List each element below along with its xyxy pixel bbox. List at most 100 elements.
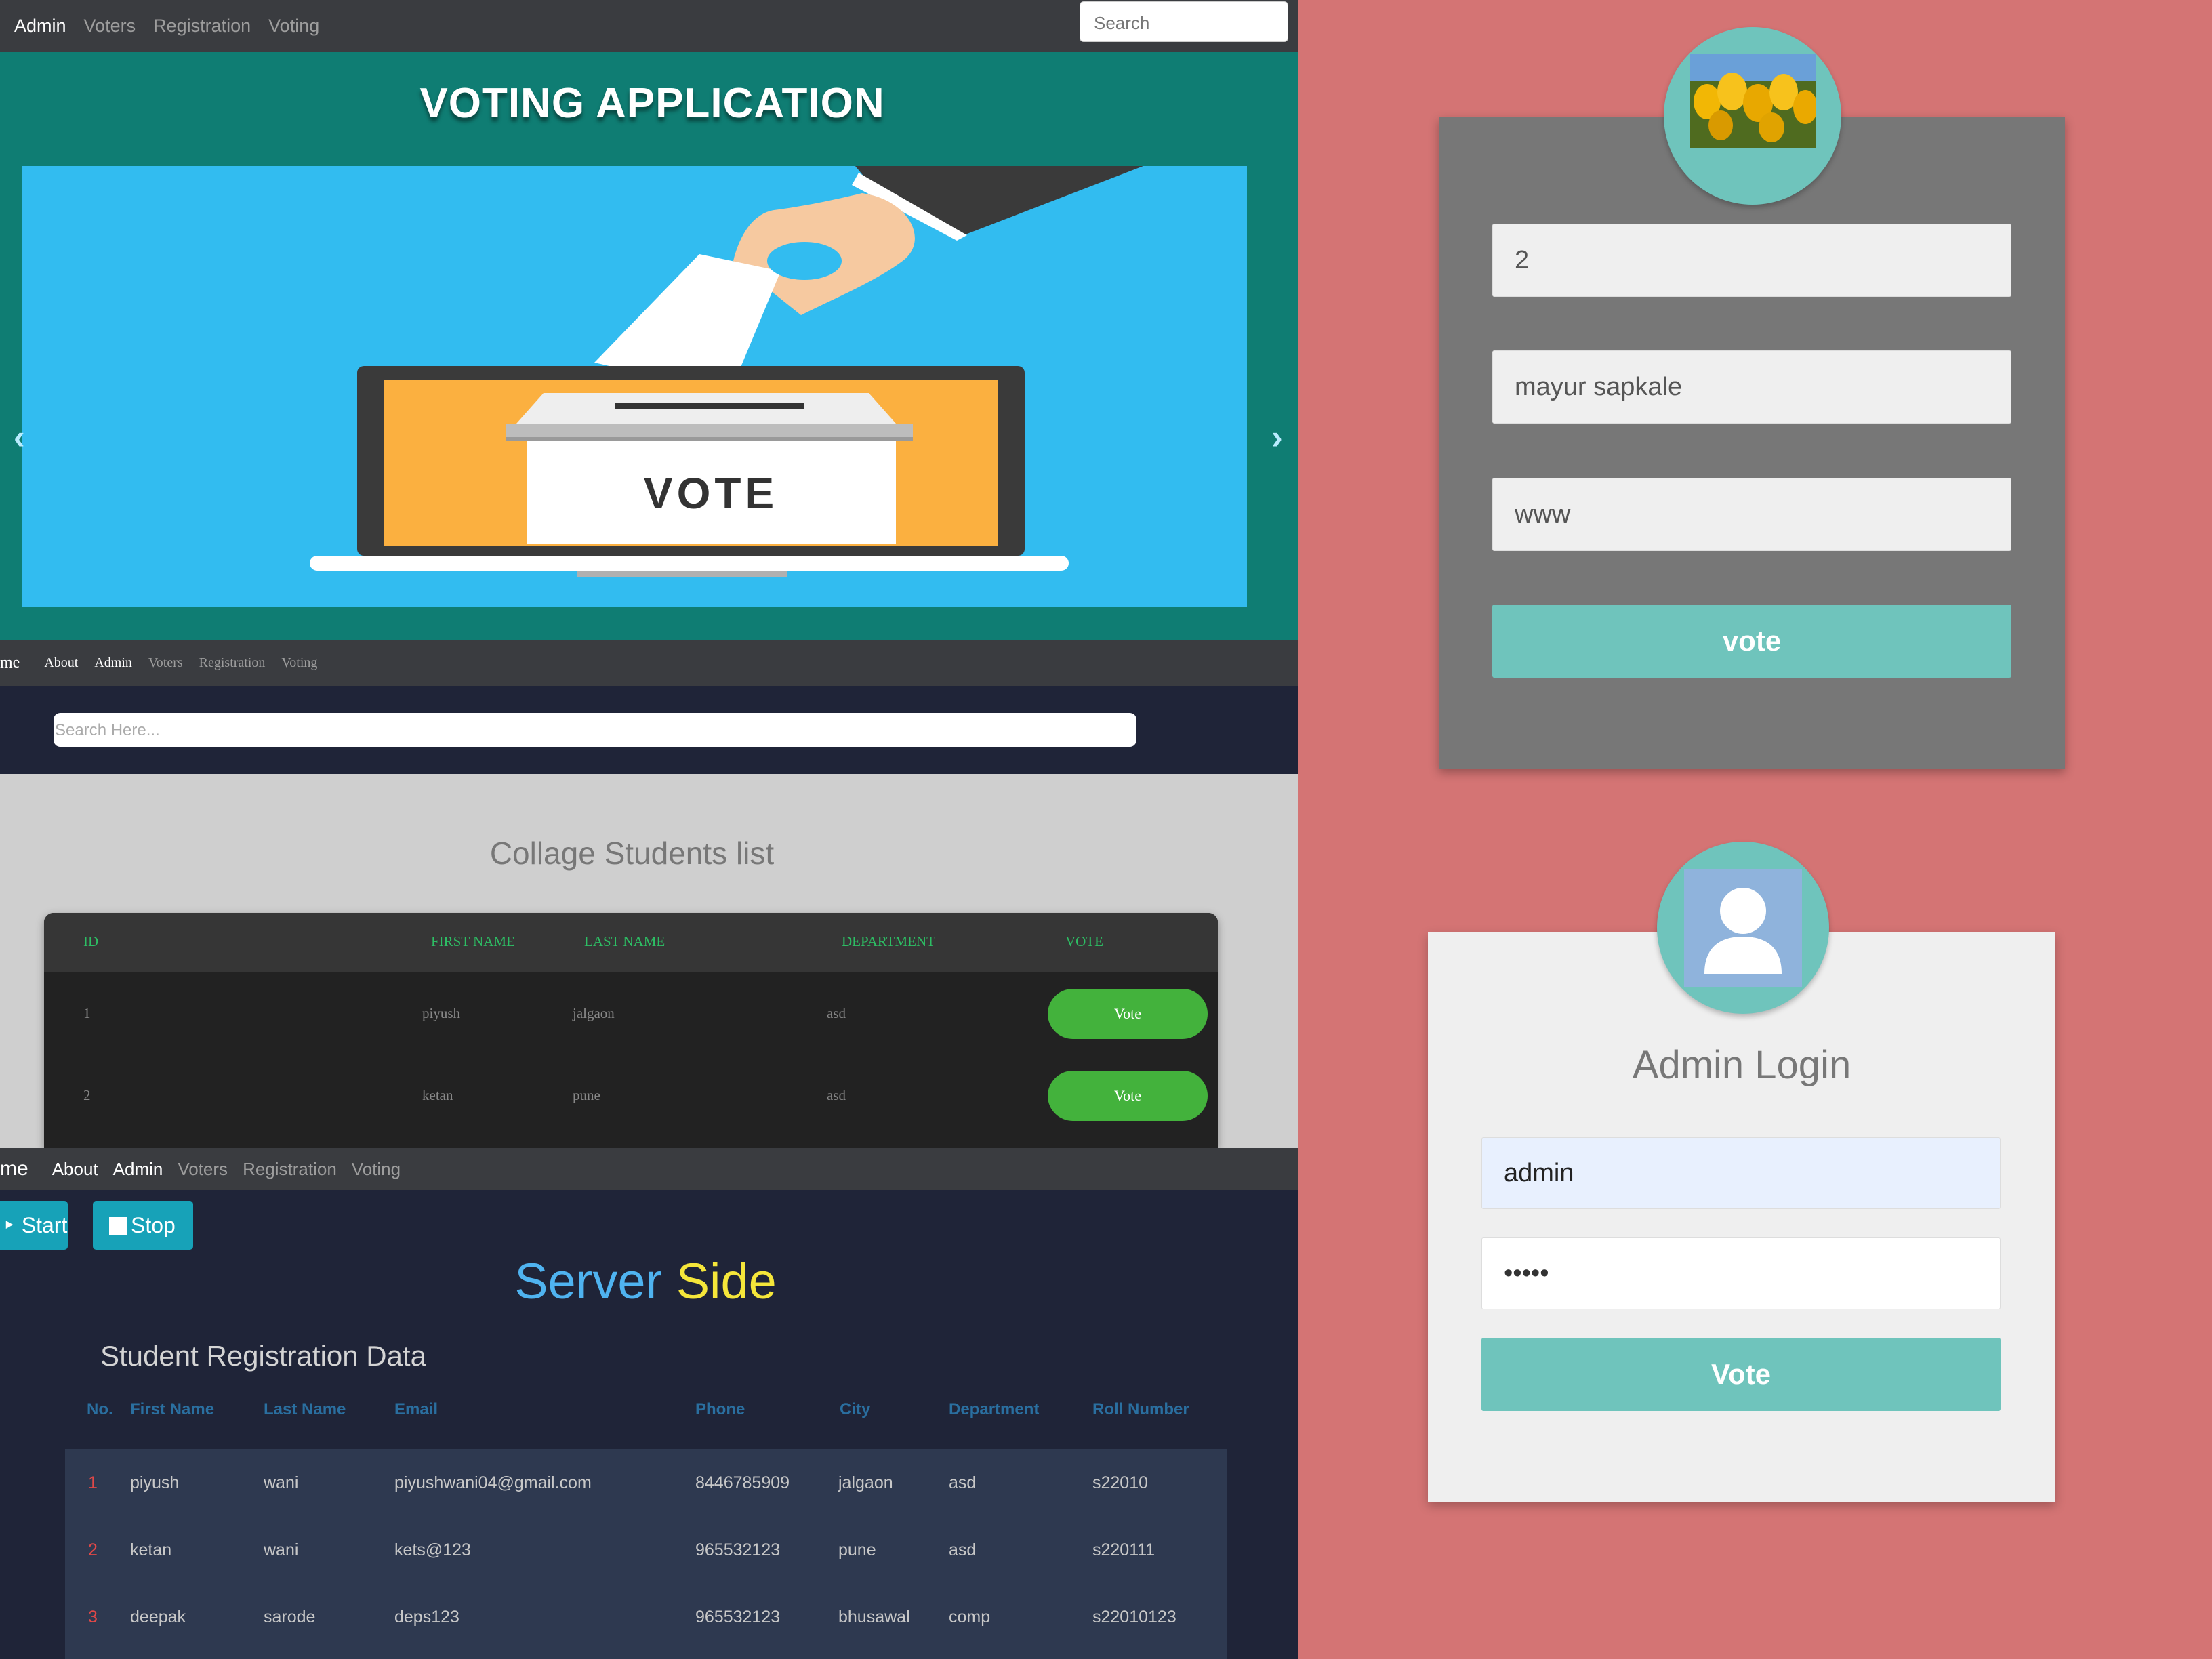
cell-roll: s22010 [1092,1473,1149,1492]
col-vote: VOTE [1065,933,1103,949]
col-no: No. [87,1400,113,1418]
vote-button[interactable]: Vote [1048,1071,1208,1121]
col-last-name: Last Name [264,1400,346,1418]
nav-admin[interactable]: Admin [94,655,132,671]
table-row: 2 ketan wani kets@123 965532123 pune asd… [65,1516,1227,1583]
col-email: Email [394,1400,438,1418]
cell-dept: asd [949,1540,977,1559]
cell-no: 2 [88,1540,98,1559]
password-field[interactable]: ••••• [1481,1237,2001,1309]
admin-login-card [1428,932,2055,1502]
table-row: 1 piyush wani piyushwani04@gmail.com 844… [65,1449,1227,1516]
server-title-part2: Side [676,1253,777,1309]
server-title: Server Side [0,1252,1291,1310]
cell-first: deepak [130,1607,186,1626]
table-row: 3 deepak sarode deps123 965532123 bhusaw… [65,1583,1227,1650]
col-phone: Phone [695,1400,745,1418]
vote-submit-button[interactable]: vote [1492,605,2011,678]
stop-icon [109,1217,127,1235]
ballot-illustration: VOTE [310,166,1143,577]
voter-id-field[interactable]: 2 [1492,224,2011,297]
cell-dept: asd [949,1473,977,1492]
nav-voters[interactable]: Voters [178,1159,228,1180]
cell-id: 2 [83,1087,91,1103]
cell-last: wani [264,1473,299,1492]
flower-avatar [1664,27,1841,205]
cell-last: wani [264,1540,299,1559]
registration-title: Student Registration Data [100,1340,426,1372]
stop-label: Stop [131,1213,176,1237]
voter-name-field[interactable]: mayur sapkale [1492,350,2011,424]
start-label: Start [21,1213,68,1237]
nav-home[interactable]: me [0,1158,28,1181]
nav-registration[interactable]: Registration [243,1159,337,1180]
nav-voters[interactable]: Voters [84,16,136,37]
table-row: 2 ketan pune asd Vote [44,1054,1218,1136]
col-last-name: LAST NAME [584,933,665,949]
nav-voting[interactable]: Voting [268,16,319,37]
col-first-name: FIRST NAME [431,933,515,949]
col-id: ID [83,933,99,949]
cell-no: 3 [88,1607,98,1626]
cell-dept: asd [827,1087,846,1103]
cell-roll: s22010123 [1092,1607,1176,1626]
cell-first: ketan [130,1540,172,1559]
nav-admin[interactable]: Admin [14,16,66,37]
username-field[interactable]: admin [1481,1137,2001,1209]
cell-phone: 8446785909 [695,1473,790,1492]
cell-email: deps123 [394,1607,459,1626]
registration-table: 1 piyush wani piyushwani04@gmail.com 844… [65,1449,1227,1659]
student-search-input[interactable]: Search Here... [54,713,1136,747]
col-city: City [840,1400,871,1418]
nav-about[interactable]: About [52,1159,98,1180]
carousel-prev-icon[interactable]: ‹ [14,417,25,457]
user-icon [1684,869,1802,987]
vote-box-label: VOTE [644,469,778,518]
cell-last: jalgaon [573,1005,615,1021]
col-department: DEPARTMENT [842,933,935,949]
search-input[interactable]: Search [1080,1,1288,42]
tulip-image [1690,54,1816,148]
cell-roll: s220111 [1092,1540,1155,1559]
cell-first: ketan [422,1087,453,1103]
cell-email: kets@123 [394,1540,471,1559]
nav-voting[interactable]: Voting [281,655,317,671]
cell-city: pune [838,1540,876,1559]
nav-admin[interactable]: Admin [113,1159,163,1180]
list-navbar: me About Admin Voters Registration Votin… [0,640,1298,686]
nav-registration[interactable]: Registration [153,16,251,37]
server-navbar: me About Admin Voters Registration Votin… [0,1148,1298,1190]
cell-first: piyush [130,1473,180,1492]
admin-login-button[interactable]: Vote [1481,1338,2001,1411]
nav-about[interactable]: About [44,655,78,671]
start-button[interactable]: ‣ Start [0,1201,68,1250]
students-table: ID FIRST NAME LAST NAME DEPARTMENT VOTE … [44,913,1218,1148]
cell-city: bhusawal [838,1607,910,1626]
cell-email: piyushwani04@gmail.com [394,1473,592,1492]
nav-registration[interactable]: Registration [199,655,266,671]
nav-voting[interactable]: Voting [352,1159,401,1180]
stop-button[interactable]: Stop [93,1201,193,1250]
table-row: 1 piyush jalgaon asd Vote [44,972,1218,1054]
admin-login-title: Admin Login [1632,1043,1851,1087]
nav-voters[interactable]: Voters [148,655,183,671]
cell-no: 1 [88,1473,98,1492]
cell-phone: 965532123 [695,1607,781,1626]
carousel-image: VOTE [22,166,1247,607]
nav-home[interactable]: me [0,654,20,672]
cell-last: sarode [264,1607,316,1626]
cell-dept: asd [827,1005,846,1021]
cell-city: jalgaon [838,1473,893,1492]
cell-phone: 965532123 [695,1540,781,1559]
cell-first: piyush [422,1005,461,1021]
table-header: ID FIRST NAME LAST NAME DEPARTMENT VOTE [44,913,1218,972]
user-avatar [1657,842,1829,1014]
students-list-title: Collage Students list [489,836,775,871]
col-department: Department [949,1400,1040,1418]
voter-extra-field[interactable]: www [1492,478,2011,551]
cell-id: 1 [83,1005,91,1021]
page-title: VOTING APPLICATION [419,80,885,127]
col-first-name: First Name [130,1400,215,1418]
carousel-next-icon[interactable]: › [1271,417,1283,457]
vote-button[interactable]: Vote [1048,989,1208,1039]
